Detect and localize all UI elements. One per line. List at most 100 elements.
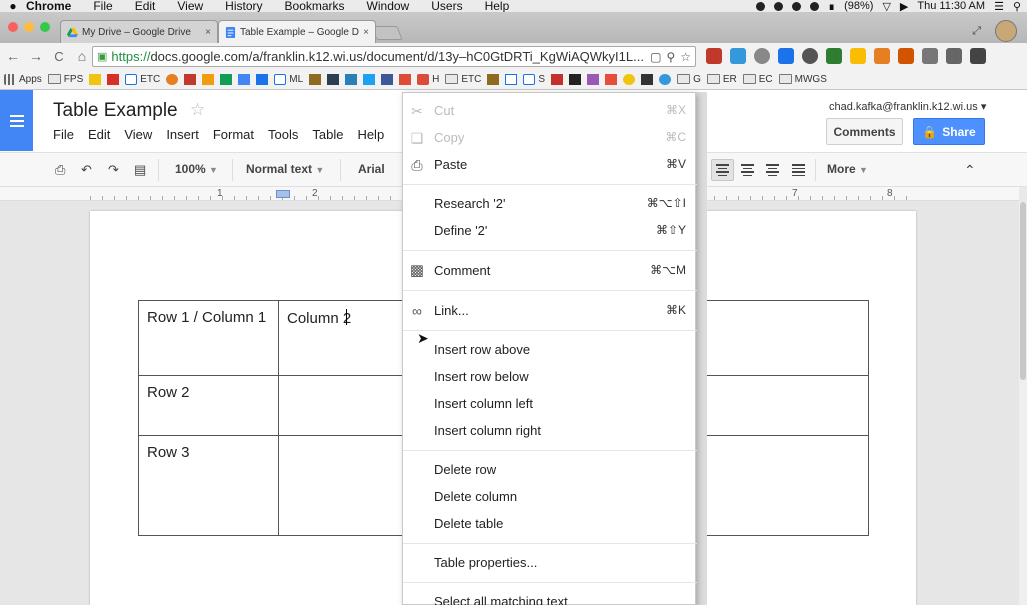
bookmark-icon[interactable] xyxy=(659,73,672,85)
bookmark-icon[interactable] xyxy=(166,73,179,85)
status-icon[interactable] xyxy=(810,1,820,11)
address-url[interactable]: https://docs.google.com/a/franklin.k12.w… xyxy=(111,49,645,64)
menu-item-research[interactable]: Research '2' ⌘⌥⇧I xyxy=(403,192,697,216)
menu-item-cut[interactable]: ✂ Cut ⌘X xyxy=(403,99,697,123)
menu-item-table-properties[interactable]: Table properties... xyxy=(403,551,697,575)
bookmark-icon[interactable] xyxy=(587,73,600,85)
menu-item-link[interactable]: ∞ Link... ⌘K xyxy=(403,299,697,323)
extension-icon[interactable] xyxy=(730,48,746,64)
extension-icon[interactable] xyxy=(778,48,794,64)
close-icon[interactable]: × xyxy=(363,27,369,38)
list-icon[interactable]: ☰ xyxy=(994,0,1004,13)
reload-icon[interactable]: C xyxy=(49,49,69,64)
menu-edit[interactable]: Edit xyxy=(88,127,110,142)
menu-file[interactable]: File xyxy=(53,127,74,142)
style-select[interactable]: Normal text ▼ xyxy=(246,162,324,176)
volume-icon[interactable]: ▶ xyxy=(900,0,908,13)
star-icon[interactable]: ☆ xyxy=(680,50,691,64)
extension-icon[interactable] xyxy=(706,48,722,64)
bookmark-er[interactable]: ER xyxy=(706,74,737,85)
bookmark-icon[interactable] xyxy=(345,73,358,85)
mac-menu-file[interactable]: File xyxy=(93,0,112,12)
extension-icon[interactable] xyxy=(898,48,914,64)
extension-icon[interactable] xyxy=(946,48,962,64)
menu-item-insert-row-below[interactable]: Insert row below xyxy=(403,365,697,389)
drive-icon[interactable] xyxy=(220,73,233,85)
amazon-icon[interactable] xyxy=(569,73,582,85)
bookmark-icon[interactable] xyxy=(256,73,269,85)
battery-text[interactable]: (98%) xyxy=(844,0,873,12)
mac-menu-view[interactable]: View xyxy=(177,0,203,12)
menu-item-insert-row-above[interactable]: Insert row above xyxy=(403,338,697,362)
mac-app-name[interactable]: Chrome xyxy=(26,0,71,12)
new-tab-button[interactable] xyxy=(371,26,403,40)
address-bar[interactable]: ▣ https://docs.google.com/a/franklin.k12… xyxy=(92,46,696,67)
zoom-select[interactable]: 100% ▼ xyxy=(175,162,218,176)
bookmark-apps[interactable]: Apps xyxy=(4,73,42,85)
collapse-toolbar-icon[interactable]: ⌃ xyxy=(964,162,976,179)
extension-icon[interactable] xyxy=(874,48,890,64)
bookmark-ml[interactable]: ML xyxy=(274,73,303,85)
avatar[interactable] xyxy=(995,20,1017,42)
bluetooth-icon[interactable]: ∎ xyxy=(828,0,835,13)
menu-item-paste[interactable]: ⎙ Paste ⌘V xyxy=(403,153,697,177)
status-icon[interactable] xyxy=(792,1,802,11)
menu-table[interactable]: Table xyxy=(312,127,343,142)
menu-help[interactable]: Help xyxy=(357,127,384,142)
menu-insert[interactable]: Insert xyxy=(166,127,199,142)
chrome-menu-icon[interactable] xyxy=(970,48,986,64)
paint-format-icon[interactable]: ▤ xyxy=(134,162,146,178)
facebook-icon[interactable] xyxy=(381,73,394,85)
gmail-icon[interactable] xyxy=(107,73,120,85)
bookmark-icon[interactable] xyxy=(623,73,636,85)
mac-menu-bookmarks[interactable]: Bookmarks xyxy=(285,0,345,12)
bookmark-g[interactable]: G xyxy=(677,74,701,85)
google-plus-icon[interactable] xyxy=(399,73,412,85)
home-icon[interactable]: ⌂ xyxy=(72,48,92,64)
table-cell[interactable]: Row 3 xyxy=(138,435,279,536)
mac-menu-help[interactable]: Help xyxy=(485,0,510,12)
spotlight-icon[interactable]: ⚲ xyxy=(1013,0,1021,13)
extension-icon[interactable] xyxy=(922,48,938,64)
star-icon[interactable]: ☆ xyxy=(190,100,205,120)
bookmark-icon[interactable] xyxy=(487,73,500,85)
align-center-icon[interactable] xyxy=(736,159,759,181)
extension-icon[interactable] xyxy=(802,48,818,64)
print-icon[interactable]: ⎙ xyxy=(55,162,65,178)
redo-icon[interactable]: ↷ xyxy=(108,162,119,178)
bookmark-ec[interactable]: EC xyxy=(742,74,773,85)
more-button[interactable]: More ▼ xyxy=(827,162,868,176)
extension-icon[interactable] xyxy=(826,48,842,64)
menu-item-insert-column-left[interactable]: Insert column left xyxy=(403,392,697,416)
menu-item-insert-column-right[interactable]: Insert column right xyxy=(403,419,697,443)
menu-item-define[interactable]: Define '2' ⌘⇧Y xyxy=(403,219,697,243)
bookmark-icon[interactable] xyxy=(238,73,251,85)
menu-view[interactable]: View xyxy=(124,127,152,142)
bookmark-icon[interactable] xyxy=(202,73,215,85)
menu-item-delete-row[interactable]: Delete row xyxy=(403,458,697,482)
status-icon[interactable] xyxy=(756,1,766,11)
extension-icon[interactable] xyxy=(850,48,866,64)
extension-icon[interactable] xyxy=(754,48,770,64)
bookmark-s[interactable]: S xyxy=(523,73,545,85)
bookmark-icon[interactable] xyxy=(89,73,102,85)
align-right-icon[interactable] xyxy=(761,159,784,181)
justify-icon[interactable] xyxy=(787,159,810,181)
fullscreen-icon[interactable]: ⤢ xyxy=(972,25,981,38)
mac-menu-history[interactable]: History xyxy=(225,0,262,12)
twitter-icon[interactable] xyxy=(363,73,376,85)
menu-format[interactable]: Format xyxy=(213,127,254,142)
menu-item-comment[interactable]: ▩ Comment ⌘⌥M xyxy=(403,259,697,283)
minimize-window-button[interactable] xyxy=(24,22,34,32)
mac-menu-edit[interactable]: Edit xyxy=(135,0,156,12)
youtube-icon[interactable] xyxy=(551,73,564,85)
zoom-window-button[interactable] xyxy=(40,22,50,32)
search-icon[interactable]: ⚲ xyxy=(666,50,675,64)
scrollbar-thumb[interactable] xyxy=(1020,202,1026,380)
menu-item-select-matching[interactable]: Select all matching text xyxy=(403,590,697,605)
docs-home-icon[interactable] xyxy=(0,90,33,151)
status-icon[interactable] xyxy=(774,1,784,11)
mac-menu-users[interactable]: Users xyxy=(431,0,462,12)
page-scrollbar[interactable] xyxy=(1019,202,1027,605)
tab-my-drive[interactable]: My Drive – Google Drive × xyxy=(60,20,218,43)
